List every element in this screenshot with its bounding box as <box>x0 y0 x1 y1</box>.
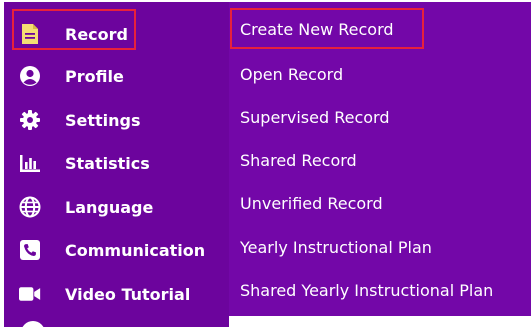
submenu-item-label: Create New Record <box>240 19 394 39</box>
sidebar-item-label: Language <box>65 197 154 217</box>
globe-icon <box>19 196 41 218</box>
sidebar-item-communication[interactable]: Communication <box>4 230 229 270</box>
sidebar: Record Profile Settings Statistics Langu… <box>4 2 229 335</box>
sidebar-item-statistics[interactable]: Statistics <box>4 143 229 183</box>
sidebar-item-label: Video Tutorial <box>65 284 191 304</box>
submenu-item-open-record[interactable]: Open Record <box>229 54 531 94</box>
phone-icon <box>19 239 41 261</box>
submenu-item-unverified-record[interactable]: Unverified Record <box>229 183 531 223</box>
submenu-item-yearly-instructional-plan[interactable]: Yearly Instructional Plan <box>229 227 531 267</box>
partial-menu-icon <box>21 321 45 335</box>
sidebar-item-language[interactable]: Language <box>4 187 229 227</box>
bar-chart-icon <box>19 152 41 174</box>
sidebar-item-label: Record <box>65 24 128 44</box>
submenu-item-shared-yearly-instructional-plan[interactable]: Shared Yearly Instructional Plan <box>229 270 531 310</box>
submenu-item-label: Yearly Instructional Plan <box>240 237 432 257</box>
sidebar-item-label: Profile <box>65 66 124 86</box>
record-submenu: Create New Record Open Record Supervised… <box>229 2 531 316</box>
submenu-item-shared-record[interactable]: Shared Record <box>229 140 531 180</box>
document-icon <box>19 23 41 45</box>
submenu-item-label: Shared Record <box>240 150 357 170</box>
sidebar-item-profile[interactable]: Profile <box>4 56 229 96</box>
submenu-item-supervised-record[interactable]: Supervised Record <box>229 97 531 137</box>
submenu-item-label: Supervised Record <box>240 107 390 127</box>
gear-icon <box>19 109 41 131</box>
submenu-item-create-new-record[interactable]: Create New Record <box>229 9 531 49</box>
sidebar-item-label: Statistics <box>65 153 150 173</box>
sidebar-item-record[interactable]: Record <box>4 14 229 54</box>
sidebar-item-label: Settings <box>65 110 141 130</box>
sidebar-item-video-tutorial[interactable]: Video Tutorial <box>4 274 229 314</box>
submenu-item-label: Unverified Record <box>240 193 383 213</box>
sidebar-item-settings[interactable]: Settings <box>4 100 229 140</box>
submenu-item-label: Open Record <box>240 64 344 84</box>
sidebar-item-label: Communication <box>65 240 206 260</box>
video-camera-icon <box>19 283 41 305</box>
user-circle-icon <box>19 65 41 87</box>
submenu-item-label: Shared Yearly Instructional Plan <box>240 280 494 300</box>
